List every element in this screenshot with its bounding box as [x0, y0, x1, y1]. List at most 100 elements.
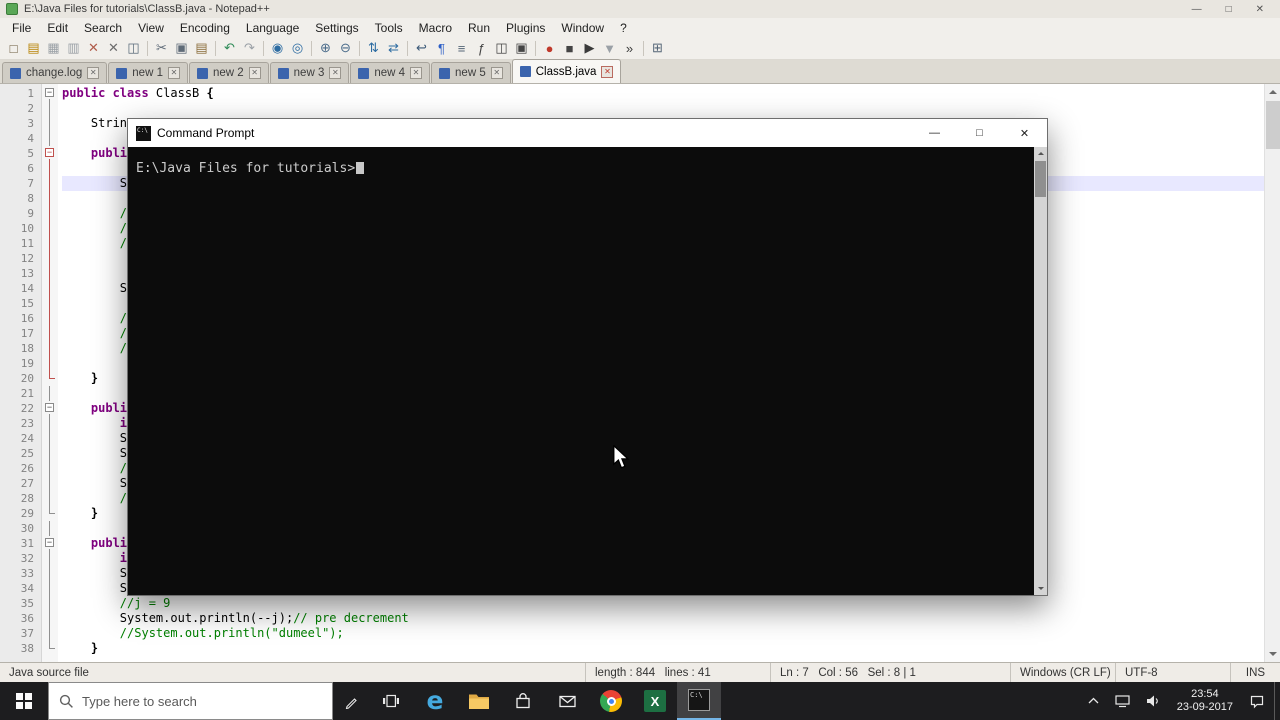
cmd-scroll-thumb[interactable]: [1035, 161, 1046, 197]
open-file-icon[interactable]: ▤: [24, 39, 43, 58]
sync-vertical-icon[interactable]: ⇅: [364, 39, 383, 58]
menu-edit[interactable]: Edit: [39, 20, 76, 36]
tab-close-icon[interactable]: ✕: [490, 67, 503, 79]
show-desktop-button[interactable]: [1274, 682, 1280, 720]
stop-record-macro-icon[interactable]: ■: [560, 39, 579, 58]
tab-close-icon[interactable]: ✕: [167, 67, 180, 79]
fold-collapse-toggle[interactable]: −: [42, 146, 58, 161]
volume-tray-button[interactable]: [1140, 682, 1166, 720]
tab-close-icon[interactable]: ✕: [329, 67, 342, 79]
status-eol-format[interactable]: Windows (CR LF): [1010, 663, 1115, 682]
cmd-minimize-button[interactable]: —: [912, 119, 957, 147]
code-line[interactable]: System.out.println(--j);// pre decrement: [62, 611, 1264, 626]
save-all-icon[interactable]: ▥: [64, 39, 83, 58]
task-view-button[interactable]: [369, 682, 413, 720]
code-line[interactable]: //System.out.println("dumeel");: [62, 626, 1264, 641]
cmd-title-bar[interactable]: C:\ Command Prompt — □ ✕: [128, 119, 1047, 147]
tab-new-3[interactable]: new 3 ✕: [269, 62, 350, 83]
zoom-in-icon[interactable]: ⊕: [316, 39, 335, 58]
show-all-chars-icon[interactable]: ¶: [432, 39, 451, 58]
zoom-out-icon[interactable]: ⊖: [336, 39, 355, 58]
cmd-scroll-down-icon[interactable]: [1034, 582, 1047, 595]
taskbar-explorer-button[interactable]: [457, 682, 501, 720]
taskbar-excel-button[interactable]: X: [633, 682, 677, 720]
save-icon[interactable]: ▦: [44, 39, 63, 58]
save-macro-icon[interactable]: ▼: [600, 39, 619, 58]
menu-run[interactable]: Run: [460, 20, 498, 36]
menu-search[interactable]: Search: [76, 20, 130, 36]
indent-guide-icon[interactable]: ≡: [452, 39, 471, 58]
word-wrap-icon[interactable]: ↩: [412, 39, 431, 58]
fold-collapse-toggle[interactable]: −: [42, 536, 58, 551]
windows-ink-button[interactable]: [333, 682, 369, 720]
paste-icon[interactable]: ▤: [192, 39, 211, 58]
status-insert-mode[interactable]: INS: [1230, 663, 1280, 682]
plugin-grid-icon[interactable]: ⊞: [648, 39, 667, 58]
action-center-button[interactable]: [1244, 682, 1270, 720]
tab-classb-java[interactable]: ClassB.java ✕: [511, 59, 622, 83]
tab-new-1[interactable]: new 1 ✕: [108, 62, 188, 83]
menu-file[interactable]: File: [4, 20, 39, 36]
cmd-close-button[interactable]: ✕: [1002, 119, 1047, 147]
find-icon[interactable]: ◉: [268, 39, 287, 58]
status-encoding[interactable]: UTF-8: [1115, 663, 1230, 682]
cut-icon[interactable]: ✂: [152, 39, 171, 58]
editor-scrollbar[interactable]: [1264, 84, 1280, 662]
npp-title-bar[interactable]: E:\Java Files for tutorials\ClassB.java …: [0, 0, 1280, 18]
maximize-button[interactable]: □: [1226, 4, 1232, 15]
new-file-icon[interactable]: □: [4, 39, 23, 58]
menu-macro[interactable]: Macro: [411, 20, 460, 36]
fold-collapse-toggle[interactable]: −: [42, 401, 58, 416]
taskbar-cmd-button[interactable]: C:\: [677, 682, 721, 720]
start-button[interactable]: [0, 682, 48, 720]
hidden-icons-chevron[interactable]: [1082, 682, 1105, 720]
cmd-screen[interactable]: E:\Java Files for tutorials>: [128, 147, 1034, 595]
replace-icon[interactable]: ◎: [288, 39, 307, 58]
taskbar-search-box[interactable]: Type here to search: [48, 682, 333, 720]
tab-close-icon[interactable]: ✕: [410, 67, 423, 79]
network-tray-button[interactable]: [1109, 682, 1136, 720]
undo-icon[interactable]: ↶: [220, 39, 239, 58]
sync-horizontal-icon[interactable]: ⇄: [384, 39, 403, 58]
menu-view[interactable]: View: [130, 20, 172, 36]
tab-close-icon[interactable]: ✕: [248, 67, 261, 79]
close-button[interactable]: ✕: [1256, 4, 1264, 15]
cmd-scroll-up-icon[interactable]: [1034, 147, 1047, 160]
tab-new-5[interactable]: new 5 ✕: [431, 62, 511, 83]
tab-new-4[interactable]: new 4 ✕: [350, 62, 431, 83]
menu-help[interactable]: ?: [612, 20, 635, 36]
menu-plugins[interactable]: Plugins: [498, 20, 553, 36]
menu-tools[interactable]: Tools: [367, 20, 411, 36]
taskbar-edge-button[interactable]: e: [413, 682, 457, 720]
menu-encoding[interactable]: Encoding: [172, 20, 238, 36]
fold-collapse-toggle[interactable]: −: [42, 86, 58, 101]
scroll-thumb[interactable]: [1266, 101, 1280, 149]
scroll-down-icon[interactable]: [1265, 646, 1280, 662]
scroll-up-icon[interactable]: [1265, 84, 1280, 100]
doc-map-icon[interactable]: ◫: [492, 39, 511, 58]
taskbar-chrome-button[interactable]: [589, 682, 633, 720]
close-file-icon[interactable]: ✕: [84, 39, 103, 58]
menu-window[interactable]: Window: [553, 20, 612, 36]
menu-settings[interactable]: Settings: [307, 20, 366, 36]
tab-new-2[interactable]: new 2 ✕: [188, 62, 269, 83]
code-line[interactable]: public class ClassB {: [62, 86, 1264, 101]
tab-close-icon[interactable]: ✕: [87, 67, 100, 79]
tab-change-log[interactable]: change.log ✕: [2, 62, 108, 83]
code-line[interactable]: [62, 101, 1264, 116]
function-list-icon[interactable]: ƒ: [472, 39, 491, 58]
print-icon[interactable]: ◫: [124, 39, 143, 58]
run-macro-multiple-icon[interactable]: »: [620, 39, 639, 58]
menu-language[interactable]: Language: [238, 20, 307, 36]
redo-icon[interactable]: ↷: [240, 39, 259, 58]
taskbar-store-button[interactable]: [501, 682, 545, 720]
taskbar-clock[interactable]: 23:54 23-09-2017: [1170, 688, 1240, 714]
cmd-scrollbar[interactable]: [1034, 147, 1047, 595]
code-line[interactable]: }: [62, 641, 1264, 656]
code-line[interactable]: //j = 9: [62, 596, 1264, 611]
tab-close-icon[interactable]: ✕: [601, 65, 614, 78]
start-record-macro-icon[interactable]: ●: [540, 39, 559, 58]
cmd-maximize-button[interactable]: □: [957, 119, 1002, 147]
doc-switcher-icon[interactable]: ▣: [512, 39, 531, 58]
play-macro-icon[interactable]: ▶: [580, 39, 599, 58]
